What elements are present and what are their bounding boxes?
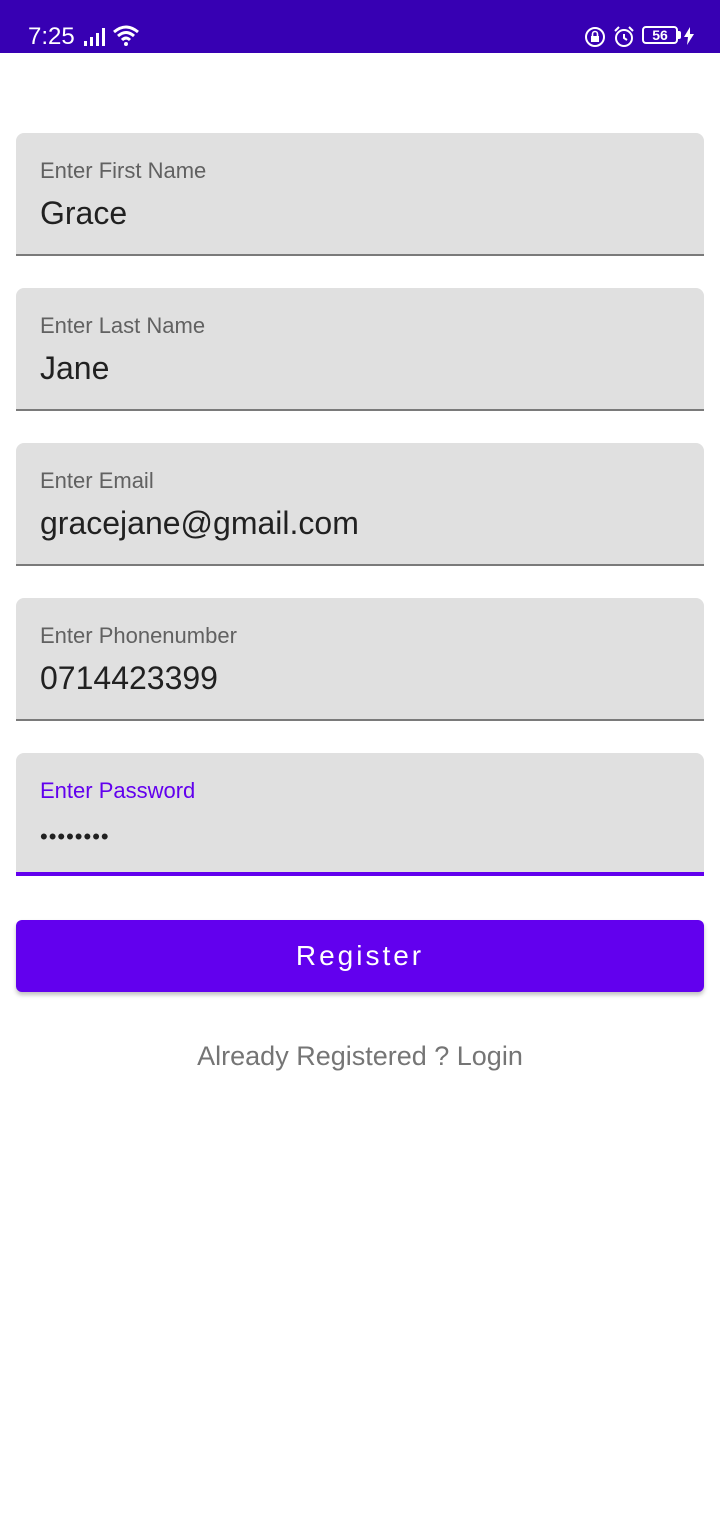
phone-field[interactable]: Enter Phonenumber 0714423399: [16, 598, 704, 721]
signal-icon: [84, 28, 105, 46]
alarm-icon: [614, 26, 634, 47]
lock-rotation-icon: [585, 27, 605, 47]
password-field[interactable]: Enter Password ••••••••: [16, 753, 704, 876]
first-name-label: Enter First Name: [40, 158, 207, 183]
phone-label: Enter Phonenumber: [40, 623, 237, 648]
last-name-label: Enter Last Name: [40, 313, 206, 338]
last-name-field[interactable]: Enter Last Name Jane: [16, 288, 704, 411]
battery-cap: [678, 31, 681, 39]
email-label: Enter Email: [40, 468, 154, 493]
first-name-field[interactable]: Enter First Name Grace: [16, 133, 704, 256]
login-link[interactable]: Already Registered ? Login: [0, 1038, 720, 1074]
battery-icon: 56: [642, 26, 678, 44]
status-bar: 7:25 56: [0, 0, 720, 53]
battery-level: 56: [652, 27, 668, 43]
status-time: 7:25: [28, 23, 75, 50]
register-button[interactable]: Register: [16, 920, 704, 992]
first-name-input[interactable]: Grace: [40, 193, 127, 233]
charging-icon: [684, 27, 694, 45]
email-field[interactable]: Enter Email gracejane@gmail.com: [16, 443, 704, 566]
password-label: Enter Password: [40, 778, 196, 803]
last-name-input[interactable]: Jane: [40, 348, 109, 388]
phone-input[interactable]: 0714423399: [40, 658, 218, 698]
password-input[interactable]: ••••••••: [40, 817, 110, 857]
wifi-icon: [113, 25, 139, 46]
email-input[interactable]: gracejane@gmail.com: [40, 503, 359, 543]
